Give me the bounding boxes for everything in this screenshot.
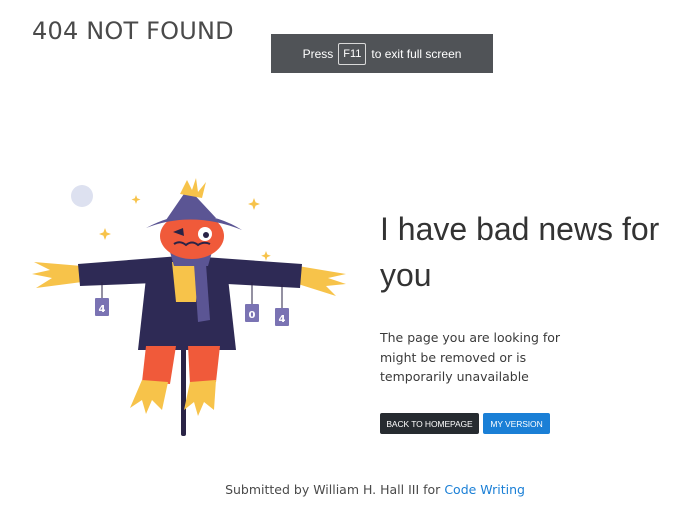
my-version-button[interactable]: MY VERSION [483, 413, 550, 434]
scarecrow-illustration: 4 0 4 [32, 178, 346, 436]
f11-key-badge: F11 [338, 42, 367, 65]
pole [181, 340, 186, 436]
tin-can-label: 4 [279, 314, 286, 325]
tin-can-label: 0 [249, 310, 256, 321]
footer-credit-text: Submitted by William H. Hall III for [225, 482, 441, 497]
footer: Submitted by William H. Hall III for Cod… [0, 482, 700, 497]
headline: I have bad news for you [380, 211, 660, 293]
left-leg [142, 346, 176, 384]
back-to-homepage-button[interactable]: BACK TO HOMEPAGE [380, 413, 479, 434]
fullscreen-notice-suffix: to exit full screen [371, 46, 462, 61]
code-writing-link[interactable]: Code Writing [444, 482, 525, 497]
fullscreen-notice-prefix: Press [302, 46, 334, 61]
moon-circle [71, 185, 93, 207]
error-message: The page you are looking for might be re… [380, 330, 561, 384]
right-leg [188, 346, 220, 384]
page: 404 NOT FOUND Press F11 to exit full scr… [0, 0, 700, 526]
site-title: 404 NOT FOUND [32, 17, 234, 45]
straw-feet [130, 380, 216, 416]
tin-can-label: 4 [99, 304, 106, 315]
fullscreen-notice: Press F11 to exit full screen [271, 34, 493, 73]
